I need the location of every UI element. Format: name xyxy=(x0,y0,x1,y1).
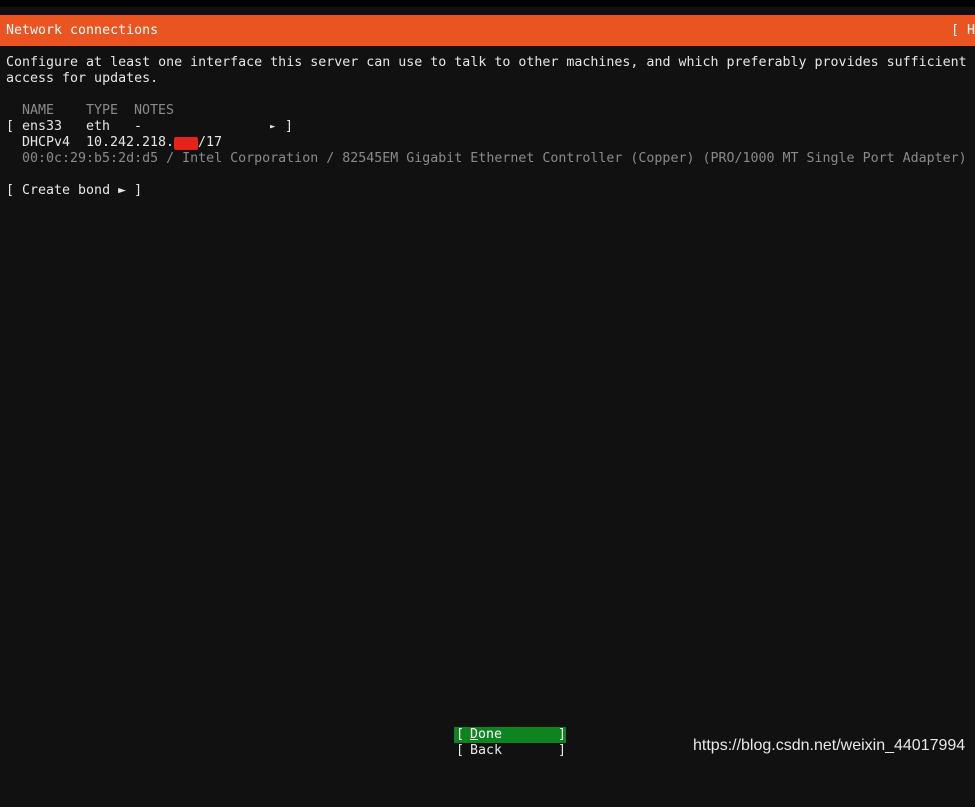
interface-type: eth xyxy=(86,119,111,134)
column-notes-header: NOTES xyxy=(134,103,175,118)
watermark-url: https://blog.csdn.net/weixin_44017994 xyxy=(693,737,966,754)
interface-address-row: DHCPv4 10.242.218. /17 xyxy=(0,135,222,151)
help-button[interactable]: [ H xyxy=(951,23,975,39)
table-header: NAME TYPE NOTES xyxy=(0,103,174,119)
expand-arrow-icon[interactable]: ► xyxy=(270,119,275,135)
done-label-rest: one xyxy=(478,727,503,742)
column-type-header: TYPE xyxy=(86,103,119,118)
address-method: DHCPv4 xyxy=(22,135,71,150)
done-label: Done xyxy=(470,727,502,743)
done-bracket-open: [ xyxy=(456,727,465,742)
row-bracket-close: ] xyxy=(285,119,294,134)
column-name-header: NAME xyxy=(22,103,55,118)
interface-hardware-info: 00:0c:29:b5:2d:d5 / Intel Corporation / … xyxy=(22,151,967,166)
back-label: Back xyxy=(470,743,503,758)
done-button[interactable]: [ Done ] xyxy=(454,727,566,743)
back-button[interactable]: [ Back ] xyxy=(454,743,566,759)
create-bond-button[interactable]: [ Create bond ► ] xyxy=(6,183,142,199)
window-top-strip xyxy=(0,0,975,7)
header-bar: Network connections [ H xyxy=(0,15,975,46)
back-bracket-open: [ xyxy=(456,743,465,758)
done-bracket-close: ] xyxy=(558,727,567,742)
description: Configure at least one interface this se… xyxy=(6,55,971,87)
address-prefix: 10.242.218. xyxy=(86,135,175,150)
redaction-mark xyxy=(174,137,198,150)
description-line-2: access for updates. xyxy=(6,71,159,86)
page-title: Network connections xyxy=(6,23,159,38)
interface-row-ens33[interactable]: [ ens33 eth - ► ] xyxy=(0,119,300,135)
description-line-1: Configure at least one interface this se… xyxy=(6,55,967,70)
interface-notes: - xyxy=(134,119,143,134)
row-bracket-open: [ xyxy=(6,119,15,134)
interface-name: ens33 xyxy=(22,119,63,134)
back-bracket-close: ] xyxy=(558,743,567,758)
address-suffix: /17 xyxy=(198,135,223,150)
done-hotkey: D xyxy=(470,727,479,742)
